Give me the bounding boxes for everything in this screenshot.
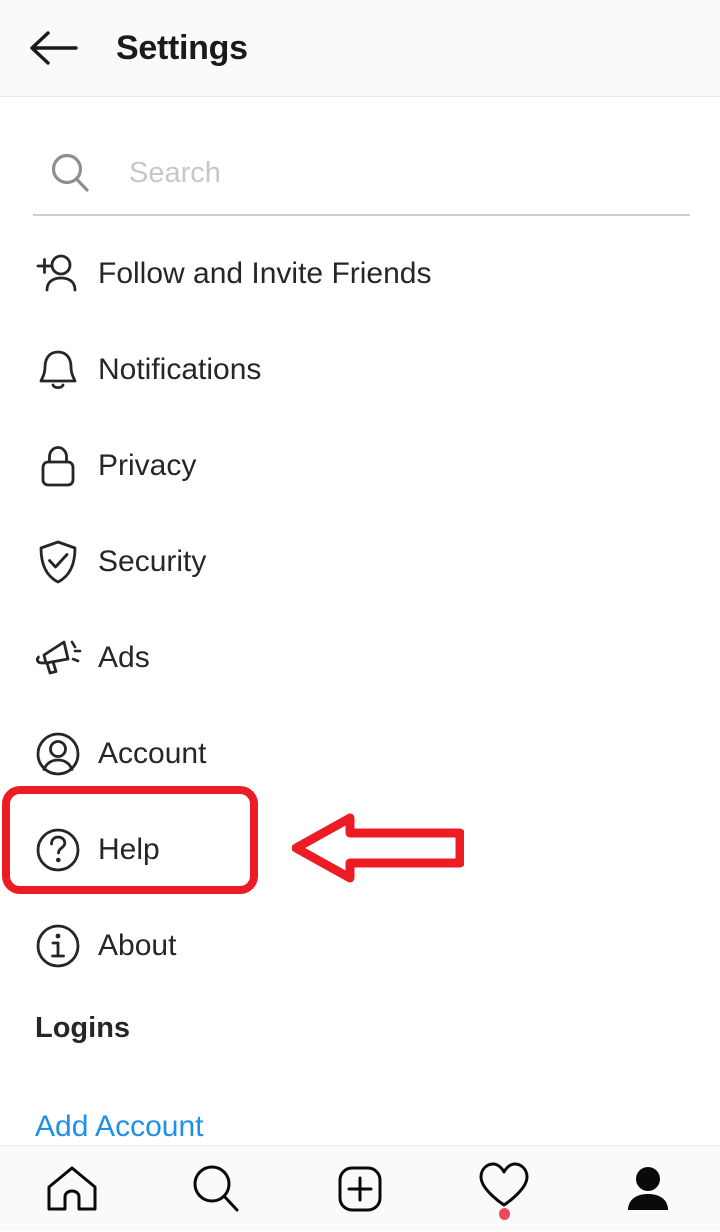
person-filled-icon <box>628 1166 668 1210</box>
search-icon <box>47 150 93 196</box>
bell-icon <box>33 345 83 395</box>
nav-item-home[interactable] <box>0 1146 144 1232</box>
settings-item-notifications[interactable]: Notifications <box>0 322 720 418</box>
nav-item-profile[interactable] <box>576 1146 720 1232</box>
search-input[interactable] <box>129 156 609 190</box>
search-bar[interactable] <box>33 132 690 214</box>
logins-section-heading: Logins <box>35 1012 131 1044</box>
megaphone-icon <box>33 633 83 683</box>
settings-item-privacy[interactable]: Privacy <box>0 418 720 514</box>
plus-square-icon <box>338 1166 382 1211</box>
add-account-link[interactable]: Add Account <box>35 1110 203 1144</box>
add-person-icon <box>33 249 83 299</box>
settings-item-label: Account <box>98 737 207 770</box>
nav-item-search[interactable] <box>144 1146 288 1232</box>
bottom-navigation-bar <box>0 1145 720 1231</box>
back-arrow-icon <box>30 31 78 65</box>
account-circle-icon <box>33 729 83 779</box>
settings-item-help[interactable]: Help <box>0 802 720 898</box>
settings-item-security[interactable]: Security <box>0 514 720 610</box>
settings-list: Follow and Invite Friends Notifications … <box>0 226 720 994</box>
home-icon <box>47 1166 97 1210</box>
shield-check-icon <box>33 537 83 587</box>
settings-item-label: Notifications <box>98 353 262 386</box>
info-circle-icon <box>33 921 83 971</box>
settings-item-label: Security <box>98 545 207 578</box>
page-title: Settings <box>116 28 248 67</box>
search-icon <box>193 1165 239 1211</box>
activity-notification-badge <box>499 1207 510 1220</box>
search-divider <box>33 214 690 216</box>
settings-item-label: Privacy <box>98 449 197 482</box>
nav-item-create[interactable] <box>288 1146 432 1232</box>
settings-item-about[interactable]: About <box>0 898 720 994</box>
settings-item-label: Help <box>98 833 160 866</box>
settings-item-label: Ads <box>98 641 150 674</box>
settings-item-ads[interactable]: Ads <box>0 610 720 706</box>
heart-icon <box>479 1162 529 1206</box>
question-circle-icon <box>33 825 83 875</box>
settings-item-label: Follow and Invite Friends <box>98 257 432 290</box>
settings-item-account[interactable]: Account <box>0 706 720 802</box>
back-button[interactable] <box>18 18 88 78</box>
settings-item-label: About <box>98 929 177 962</box>
settings-item-follow-and-invite-friends[interactable]: Follow and Invite Friends <box>0 226 720 322</box>
lock-icon <box>33 441 83 491</box>
app-header: Settings <box>0 0 720 97</box>
nav-item-activity[interactable] <box>432 1146 576 1232</box>
